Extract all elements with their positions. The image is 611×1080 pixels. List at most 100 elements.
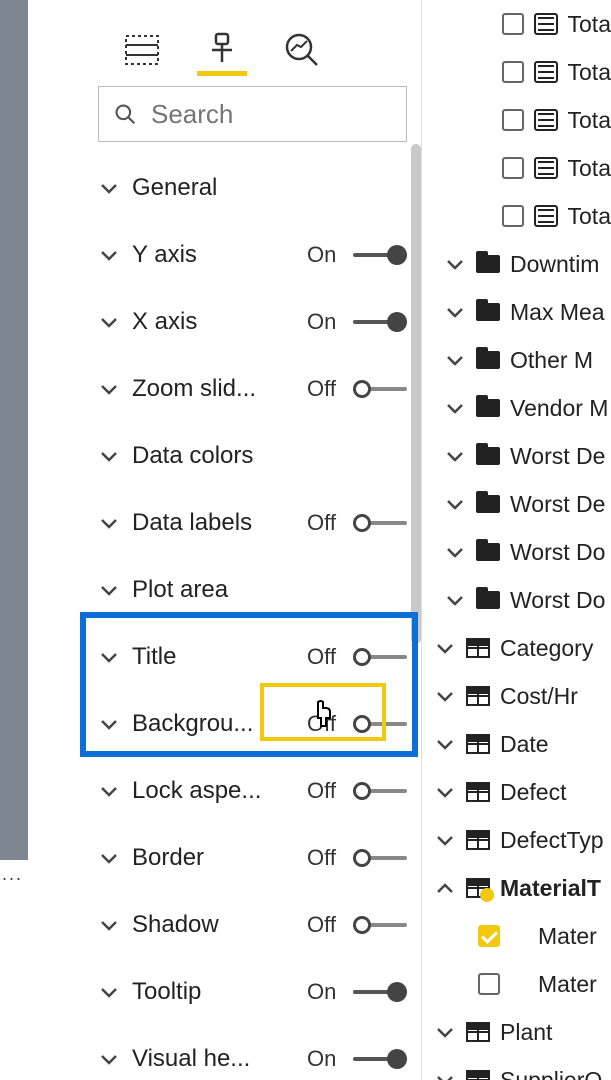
chevron-down-icon: [444, 397, 466, 419]
toggle-switch[interactable]: [353, 312, 407, 332]
field-measure[interactable]: Tota: [430, 48, 611, 96]
field-checkbox[interactable]: [478, 973, 500, 995]
format-pane: General Y axis On X axis On Zoom slid... …: [84, 0, 422, 1080]
format-item-data-labels[interactable]: Data labels Off: [84, 489, 421, 556]
toggle-switch[interactable]: [353, 781, 407, 801]
field-checkbox[interactable]: [502, 157, 524, 179]
toggle-switch[interactable]: [353, 513, 407, 533]
folder-label: Vendor M: [510, 395, 608, 422]
toggle-switch[interactable]: [353, 1049, 407, 1069]
chevron-down-icon: [98, 378, 120, 400]
field-folder[interactable]: Worst De: [430, 432, 611, 480]
field-column[interactable]: Mater: [430, 960, 611, 1008]
format-item-data-colors[interactable]: Data colors: [84, 422, 421, 489]
field-folder[interactable]: Max Mea: [430, 288, 611, 336]
format-item-label: Backgrou...: [132, 710, 295, 738]
toggle-switch[interactable]: [353, 245, 407, 265]
field-checkbox[interactable]: [502, 13, 524, 35]
table-icon: [466, 734, 490, 754]
field-folder[interactable]: Other M: [430, 336, 611, 384]
table-icon: [466, 1070, 490, 1080]
format-item-label: General: [132, 174, 295, 202]
field-measure[interactable]: Tota: [430, 192, 611, 240]
field-table[interactable]: Date: [430, 720, 611, 768]
field-checkbox[interactable]: [502, 61, 524, 83]
field-column[interactable]: Mater: [430, 912, 611, 960]
chevron-down-icon: [98, 512, 120, 534]
toggle-switch[interactable]: [353, 379, 407, 399]
chevron-down-icon: [98, 177, 120, 199]
format-item-shadow[interactable]: Shadow Off: [84, 891, 421, 958]
table-icon: [466, 782, 490, 802]
chevron-down-icon: [444, 541, 466, 563]
format-item-label: Data colors: [132, 442, 295, 470]
field-label: Tota: [568, 203, 611, 230]
chevron-down-icon: [434, 829, 456, 851]
format-options-list: General Y axis On X axis On Zoom slid... …: [84, 154, 421, 1080]
field-folder[interactable]: Worst Do: [430, 528, 611, 576]
field-label: Tota: [568, 107, 611, 134]
field-measure[interactable]: Tota: [430, 144, 611, 192]
field-table[interactable]: Cost/Hr: [430, 672, 611, 720]
field-table[interactable]: Defect: [430, 768, 611, 816]
field-table[interactable]: Plant: [430, 1008, 611, 1056]
folder-icon: [476, 495, 500, 513]
measure-icon: [534, 13, 558, 35]
canvas-edge: [0, 0, 28, 860]
field-checkbox[interactable]: [502, 205, 524, 227]
format-item-y-axis[interactable]: Y axis On: [84, 221, 421, 288]
toggle-switch[interactable]: [353, 982, 407, 1002]
chevron-down-icon: [98, 244, 120, 266]
format-item-zoom-slid-[interactable]: Zoom slid... Off: [84, 355, 421, 422]
folder-icon: [476, 255, 500, 273]
fields-tab-icon[interactable]: [122, 30, 162, 70]
format-item-backgrou-[interactable]: Backgrou... Off: [84, 690, 421, 757]
chevron-down-icon: [98, 646, 120, 668]
toggle-switch[interactable]: [353, 848, 407, 868]
toggle-state-label: Off: [307, 510, 345, 536]
format-item-border[interactable]: Border Off: [84, 824, 421, 891]
format-item-visual-he-[interactable]: Visual he... On: [84, 1025, 421, 1080]
field-table[interactable]: Category: [430, 624, 611, 672]
search-box[interactable]: [98, 86, 407, 142]
field-label: Tota: [568, 11, 611, 38]
field-measure[interactable]: Tota: [430, 0, 611, 48]
field-folder[interactable]: Worst Do: [430, 576, 611, 624]
field-folder[interactable]: Downtim: [430, 240, 611, 288]
toggle-state-label: On: [307, 242, 345, 268]
format-item-title[interactable]: Title Off: [84, 623, 421, 690]
field-table[interactable]: DefectTyp: [430, 816, 611, 864]
field-folder[interactable]: Vendor M: [430, 384, 611, 432]
format-item-general[interactable]: General: [84, 154, 421, 221]
format-item-lock-aspe-[interactable]: Lock aspe... Off: [84, 757, 421, 824]
folder-label: Worst Do: [510, 539, 605, 566]
field-table-active[interactable]: MaterialT: [430, 864, 611, 912]
field-measure[interactable]: Tota: [430, 96, 611, 144]
toggle-state-label: Off: [307, 778, 345, 804]
toggle-switch[interactable]: [353, 647, 407, 667]
measure-icon: [534, 157, 558, 179]
field-table[interactable]: SupplierQ: [430, 1056, 611, 1080]
field-checkbox[interactable]: [478, 925, 500, 947]
format-item-x-axis[interactable]: X axis On: [84, 288, 421, 355]
toggle-switch[interactable]: [353, 915, 407, 935]
field-checkbox[interactable]: [502, 109, 524, 131]
column-label: Mater: [538, 971, 597, 998]
toggle-state-label: Off: [307, 644, 345, 670]
format-tab-icon[interactable]: [202, 30, 242, 70]
field-folder[interactable]: Worst De: [430, 480, 611, 528]
table-label: MaterialT: [500, 875, 601, 902]
table-label: DefectTyp: [500, 827, 604, 854]
format-item-tooltip[interactable]: Tooltip On: [84, 958, 421, 1025]
folder-label: Downtim: [510, 251, 599, 278]
fields-pane: Tota Tota Tota Tota Tota Downtim Max Mea…: [430, 0, 611, 1080]
folder-icon: [476, 591, 500, 609]
format-item-label: Plot area: [132, 576, 295, 604]
table-label: Plant: [500, 1019, 552, 1046]
analytics-tab-icon[interactable]: [282, 30, 322, 70]
toggle-switch[interactable]: [353, 714, 407, 734]
scrollbar[interactable]: [411, 144, 421, 644]
format-item-plot-area[interactable]: Plot area: [84, 556, 421, 623]
chevron-down-icon: [434, 1021, 456, 1043]
folder-label: Worst De: [510, 491, 605, 518]
